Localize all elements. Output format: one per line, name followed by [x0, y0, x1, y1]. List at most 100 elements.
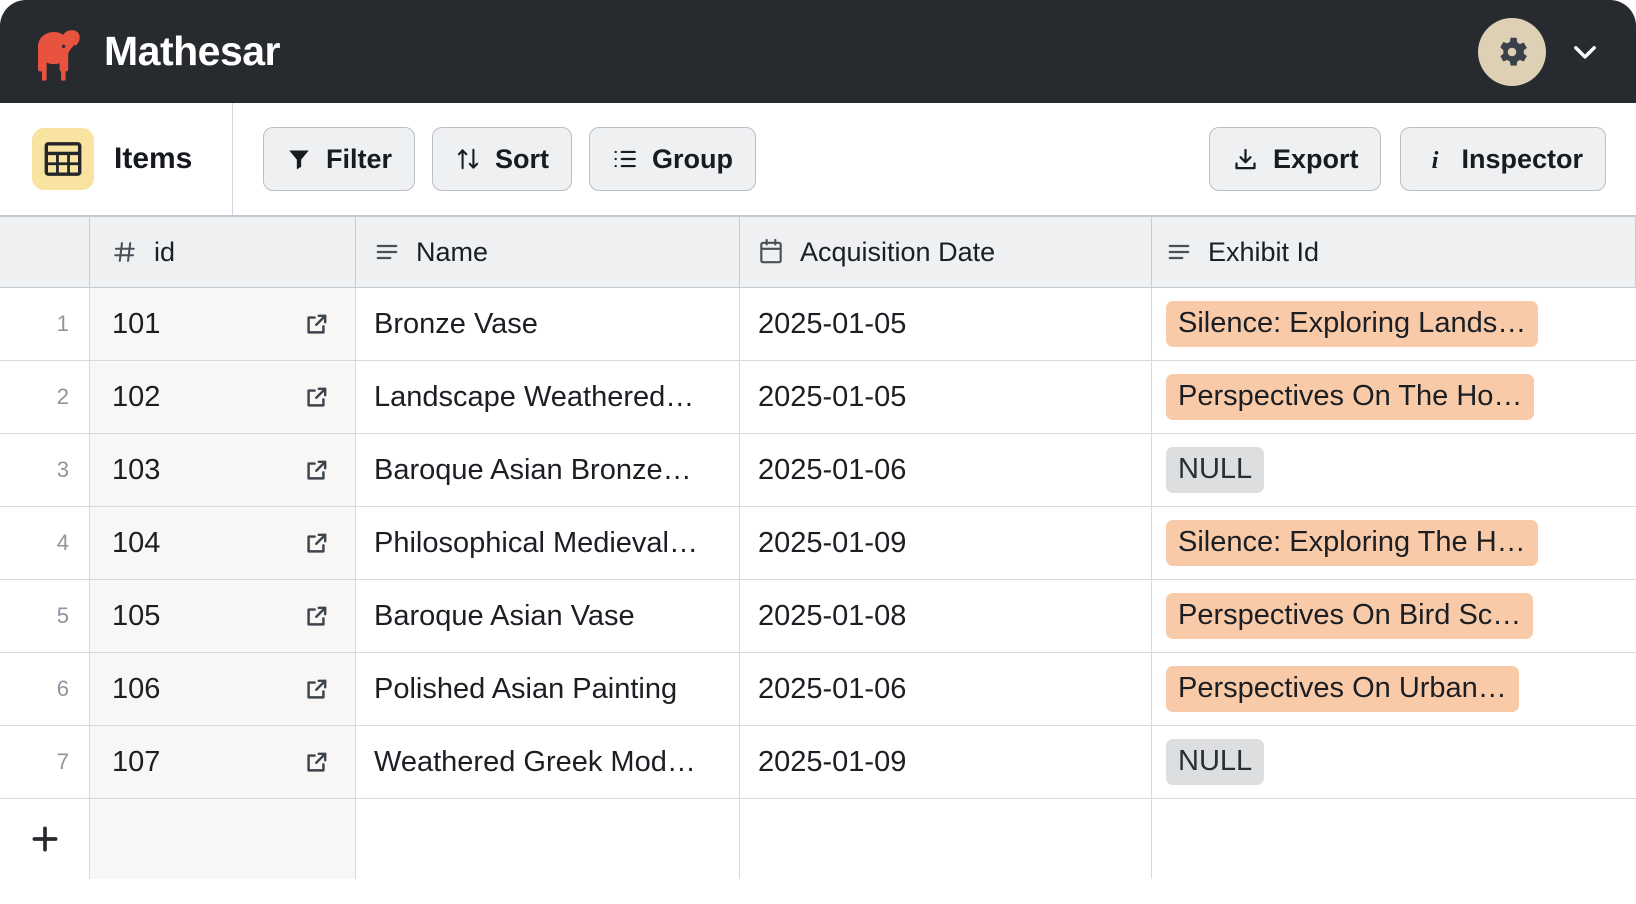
row-number-cell: 5 — [0, 580, 90, 652]
cell-name[interactable]: Philosophical Medieval… — [356, 507, 740, 579]
add-record-row[interactable] — [0, 799, 1636, 879]
column-header-name-label: Name — [416, 236, 489, 267]
cell-name-value: Polished Asian Painting — [374, 674, 678, 704]
external-link-icon[interactable] — [303, 748, 331, 776]
cell-name[interactable]: Baroque Asian Vase — [356, 580, 740, 652]
chevron-down-icon[interactable] — [1568, 35, 1602, 69]
column-header-acquisition-date-label: Acquisition Date — [800, 236, 996, 267]
cell-acquisition-date[interactable]: 2025-01-09 — [740, 507, 1152, 579]
cell-acquisition-date-value: 2025-01-09 — [758, 747, 907, 777]
cell-id[interactable]: 101 — [90, 288, 356, 360]
cell-name-value: Bronze Vase — [374, 309, 538, 339]
cell-acquisition-date-value: 2025-01-05 — [758, 382, 907, 412]
cell-id-value: 101 — [112, 307, 161, 340]
cell-exhibit-id-value: Perspectives On The Ho… — [1166, 373, 1535, 421]
row-number-cell: 1 — [0, 288, 90, 360]
cell-exhibit-id[interactable]: Perspectives On Urban… — [1152, 653, 1636, 725]
svg-text:i: i — [1432, 147, 1439, 173]
table-row[interactable]: 1 101 Bronze Vase 2025-01-05 Silence: Ex… — [0, 288, 1636, 361]
brand[interactable]: Mathesar — [30, 21, 281, 83]
download-icon — [1235, 148, 1256, 169]
table-toolbar: Items Filter Sort Group Export i Inspect… — [0, 103, 1636, 215]
hash-icon — [114, 242, 135, 262]
cell-acquisition-date[interactable]: 2025-01-08 — [740, 580, 1152, 652]
cell-exhibit-id[interactable]: Perspectives On Bird Sc… — [1152, 580, 1636, 652]
cell-id[interactable]: 104 — [90, 507, 356, 579]
cell-exhibit-id[interactable]: Silence: Exploring Lands… — [1152, 288, 1636, 360]
table-row[interactable]: 4 104 Philosophical Medieval… 2025-01-09… — [0, 507, 1636, 580]
cell-acquisition-date[interactable]: 2025-01-05 — [740, 288, 1152, 360]
column-header-exhibit-id-label: Exhibit Id — [1208, 236, 1320, 267]
row-number-cell: 7 — [0, 726, 90, 798]
export-button[interactable]: Export — [1208, 127, 1382, 191]
cell-id[interactable]: 105 — [90, 580, 356, 652]
column-header-id[interactable]: id — [90, 217, 356, 287]
add-record-name-cell[interactable] — [356, 799, 740, 879]
cell-name[interactable]: Landscape Weathered… — [356, 361, 740, 433]
cell-acquisition-date[interactable]: 2025-01-09 — [740, 726, 1152, 798]
external-link-icon[interactable] — [303, 310, 331, 338]
add-record-exhibit-cell[interactable] — [1152, 799, 1636, 879]
add-record-id-cell[interactable] — [90, 799, 356, 879]
external-link-icon[interactable] — [303, 456, 331, 484]
table-row[interactable]: 7 107 Weathered Greek Mod… 2025-01-09 NU… — [0, 726, 1636, 799]
cell-acquisition-date-value: 2025-01-06 — [758, 674, 907, 704]
table-row[interactable]: 5 105 Baroque Asian Vase 2025-01-08 Pers… — [0, 580, 1636, 653]
cell-exhibit-id[interactable]: NULL — [1152, 726, 1636, 798]
toolbar-left-actions: Filter Sort Group — [233, 127, 757, 191]
column-header-name[interactable]: Name — [356, 217, 740, 287]
plus-icon[interactable] — [28, 822, 62, 856]
table-identity[interactable]: Items — [0, 103, 233, 215]
external-link-icon[interactable] — [303, 602, 331, 630]
column-header-acquisition-date[interactable]: Acquisition Date — [740, 217, 1152, 287]
table-row[interactable]: 6 106 Polished Asian Painting 2025-01-06… — [0, 653, 1636, 726]
group-button[interactable]: Group — [589, 127, 757, 191]
row-number-cell: 3 — [0, 434, 90, 506]
cell-acquisition-date[interactable]: 2025-01-06 — [740, 653, 1152, 725]
external-link-icon[interactable] — [303, 529, 331, 557]
cell-exhibit-id[interactable]: NULL — [1152, 434, 1636, 506]
cell-id-value: 102 — [112, 380, 161, 413]
cell-id[interactable]: 103 — [90, 434, 356, 506]
cell-exhibit-id[interactable]: Perspectives On The Ho… — [1152, 361, 1636, 433]
sort-button[interactable]: Sort — [432, 127, 573, 191]
inspector-button-label: Inspector — [1461, 143, 1583, 174]
add-record-date-cell[interactable] — [740, 799, 1152, 879]
external-link-icon[interactable] — [303, 675, 331, 703]
cell-name-value: Philosophical Medieval… — [374, 528, 698, 558]
header-actions — [1478, 17, 1608, 86]
cell-acquisition-date[interactable]: 2025-01-06 — [740, 434, 1152, 506]
cell-id-value: 105 — [112, 599, 161, 632]
sort-button-label: Sort — [495, 143, 550, 174]
cell-exhibit-id-value: Silence: Exploring Lands… — [1166, 300, 1539, 348]
grid-header-row: id Name Acquisition Date Exhibit Id — [0, 217, 1636, 288]
text-lines-icon — [376, 244, 398, 260]
filter-button[interactable]: Filter — [263, 127, 416, 191]
add-record-cell[interactable] — [0, 799, 90, 879]
cell-exhibit-id[interactable]: Silence: Exploring The H… — [1152, 507, 1636, 579]
row-number-header — [0, 217, 90, 287]
cell-name[interactable]: Weathered Greek Mod… — [356, 726, 740, 798]
cell-exhibit-id-value: Perspectives On Bird Sc… — [1166, 592, 1534, 640]
inspector-button[interactable]: i Inspector — [1400, 127, 1606, 191]
settings-button[interactable] — [1478, 17, 1546, 86]
table-row[interactable]: 2 102 Landscape Weathered… 2025-01-05 Pe… — [0, 361, 1636, 434]
row-number: 7 — [56, 749, 69, 774]
external-link-icon[interactable] — [303, 383, 331, 411]
row-number-cell: 6 — [0, 653, 90, 725]
gear-icon — [1500, 37, 1527, 66]
cell-acquisition-date[interactable]: 2025-01-05 — [740, 361, 1152, 433]
cell-id[interactable]: 107 — [90, 726, 356, 798]
cell-name-value: Baroque Asian Bronze… — [374, 455, 692, 485]
row-number: 2 — [56, 384, 69, 409]
cell-name[interactable]: Bronze Vase — [356, 288, 740, 360]
cell-name[interactable]: Baroque Asian Bronze… — [356, 434, 740, 506]
column-header-exhibit-id[interactable]: Exhibit Id — [1152, 217, 1636, 287]
cell-name-value: Baroque Asian Vase — [374, 601, 635, 631]
table-chip — [32, 128, 94, 190]
cell-id[interactable]: 102 — [90, 361, 356, 433]
funnel-icon — [289, 150, 309, 170]
cell-name[interactable]: Polished Asian Painting — [356, 653, 740, 725]
cell-id[interactable]: 106 — [90, 653, 356, 725]
table-row[interactable]: 3 103 Baroque Asian Bronze… 2025-01-06 N… — [0, 434, 1636, 507]
